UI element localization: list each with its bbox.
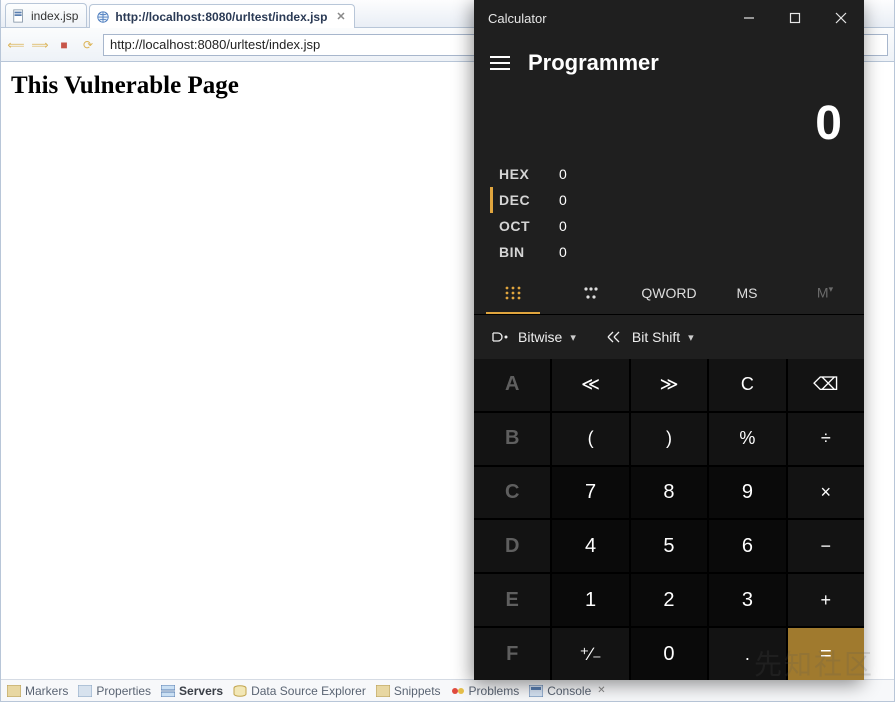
calculator-display: 0 bbox=[474, 86, 864, 157]
key-rshift[interactable]: ≫ bbox=[631, 359, 707, 411]
snippets-icon bbox=[376, 685, 390, 697]
problems-icon bbox=[451, 685, 465, 697]
word-size-button[interactable]: QWORD bbox=[630, 271, 708, 314]
calculator-title: Calculator bbox=[488, 11, 547, 26]
key-lparen[interactable]: ( bbox=[552, 413, 628, 465]
bit-toggle-icon bbox=[582, 285, 600, 301]
markers-icon bbox=[7, 685, 21, 697]
view-problems[interactable]: Problems bbox=[451, 684, 520, 698]
close-icon[interactable]: ✕ bbox=[597, 685, 605, 696]
key-add[interactable]: + bbox=[788, 574, 864, 626]
keypad-icon bbox=[504, 285, 522, 301]
display-mode-row: QWORD MS M▾ bbox=[474, 271, 864, 315]
console-icon bbox=[529, 685, 543, 697]
tab-label: http://localhost:8080/urltest/index.jsp bbox=[115, 10, 327, 24]
minimize-icon bbox=[743, 12, 755, 24]
key-F[interactable]: F bbox=[474, 628, 550, 680]
key-decimal[interactable]: . bbox=[709, 628, 785, 680]
url-text: http://localhost:8080/urltest/index.jsp bbox=[110, 37, 320, 52]
globe-icon bbox=[96, 10, 110, 24]
close-button[interactable] bbox=[818, 0, 864, 36]
menu-button[interactable] bbox=[490, 56, 510, 70]
view-markers[interactable]: Markers bbox=[7, 684, 68, 698]
jsp-file-icon bbox=[12, 9, 26, 23]
key-E[interactable]: E bbox=[474, 574, 550, 626]
key-A[interactable]: A bbox=[474, 359, 550, 411]
key-multiply[interactable]: × bbox=[788, 467, 864, 519]
views-bar: Markers Properties Servers Data Source E… bbox=[1, 679, 894, 701]
view-snippets[interactable]: Snippets bbox=[376, 684, 441, 698]
radix-bin[interactable]: BIN 0 bbox=[490, 239, 848, 265]
data-source-icon bbox=[233, 685, 247, 697]
key-0[interactable]: 0 bbox=[631, 628, 707, 680]
bitshift-icon bbox=[606, 330, 624, 344]
key-4[interactable]: 4 bbox=[552, 520, 628, 572]
radix-dec[interactable]: DEC 0 bbox=[490, 187, 848, 213]
calculator-mode-label: Programmer bbox=[528, 50, 659, 76]
servers-icon bbox=[161, 685, 175, 697]
calculator-keypad: A ≪ ≫ C ⌫ B ( ) % ÷ C 7 8 9 × D 4 5 6 − … bbox=[474, 359, 864, 680]
view-console[interactable]: Console ✕ bbox=[529, 684, 605, 698]
radix-hex[interactable]: HEX 0 bbox=[490, 161, 848, 187]
radix-list: HEX 0 DEC 0 OCT 0 BIN 0 bbox=[474, 157, 864, 271]
bitwise-dropdown[interactable]: Bitwise ▾ bbox=[492, 329, 576, 345]
bitwise-icon bbox=[492, 330, 510, 344]
tab-index-jsp[interactable]: index.jsp bbox=[5, 3, 87, 27]
key-rparen[interactable]: ) bbox=[631, 413, 707, 465]
bitshift-dropdown[interactable]: Bit Shift ▾ bbox=[606, 329, 694, 345]
back-button[interactable]: ⟸ bbox=[7, 36, 25, 54]
key-1[interactable]: 1 bbox=[552, 574, 628, 626]
key-backspace[interactable]: ⌫ bbox=[788, 359, 864, 411]
key-negate[interactable]: ⁺∕₋ bbox=[552, 628, 628, 680]
calculator-window: Calculator Programmer 0 HEX 0 DEC 0 OCT … bbox=[474, 0, 864, 680]
key-lshift[interactable]: ≪ bbox=[552, 359, 628, 411]
forward-button[interactable]: ⟹ bbox=[31, 36, 49, 54]
key-mod[interactable]: % bbox=[709, 413, 785, 465]
calculator-titlebar[interactable]: Calculator bbox=[474, 0, 864, 36]
keypad-mode-button[interactable] bbox=[474, 271, 552, 314]
key-clear[interactable]: C bbox=[709, 359, 785, 411]
key-8[interactable]: 8 bbox=[631, 467, 707, 519]
key-3[interactable]: 3 bbox=[709, 574, 785, 626]
close-icon[interactable]: ✕ bbox=[332, 10, 345, 23]
key-9[interactable]: 9 bbox=[709, 467, 785, 519]
properties-icon bbox=[78, 685, 92, 697]
key-7[interactable]: 7 bbox=[552, 467, 628, 519]
maximize-icon bbox=[789, 12, 801, 24]
minimize-button[interactable] bbox=[726, 0, 772, 36]
key-C-hex[interactable]: C bbox=[474, 467, 550, 519]
view-servers[interactable]: Servers bbox=[161, 684, 223, 698]
tab-browser-url[interactable]: http://localhost:8080/urltest/index.jsp … bbox=[89, 4, 354, 28]
stop-button[interactable]: ■ bbox=[55, 36, 73, 54]
chevron-down-icon: ▾ bbox=[688, 331, 694, 344]
key-5[interactable]: 5 bbox=[631, 520, 707, 572]
key-2[interactable]: 2 bbox=[631, 574, 707, 626]
key-equals[interactable]: = bbox=[788, 628, 864, 680]
memory-store-button[interactable]: MS bbox=[708, 271, 786, 314]
maximize-button[interactable] bbox=[772, 0, 818, 36]
tab-label: index.jsp bbox=[31, 9, 78, 23]
bit-toggle-mode-button[interactable] bbox=[552, 271, 630, 314]
refresh-button[interactable]: ⟳ bbox=[79, 36, 97, 54]
key-D[interactable]: D bbox=[474, 520, 550, 572]
key-divide[interactable]: ÷ bbox=[788, 413, 864, 465]
close-icon bbox=[835, 12, 847, 24]
view-data-source-explorer[interactable]: Data Source Explorer bbox=[233, 684, 366, 698]
radix-oct[interactable]: OCT 0 bbox=[490, 213, 848, 239]
key-subtract[interactable]: − bbox=[788, 520, 864, 572]
key-6[interactable]: 6 bbox=[709, 520, 785, 572]
view-properties[interactable]: Properties bbox=[78, 684, 151, 698]
calculator-header: Programmer bbox=[474, 36, 864, 86]
chevron-down-icon: ▾ bbox=[570, 331, 576, 344]
key-B[interactable]: B bbox=[474, 413, 550, 465]
memory-menu-button[interactable]: M▾ bbox=[786, 271, 864, 314]
bit-ops-row: Bitwise ▾ Bit Shift ▾ bbox=[474, 315, 864, 359]
